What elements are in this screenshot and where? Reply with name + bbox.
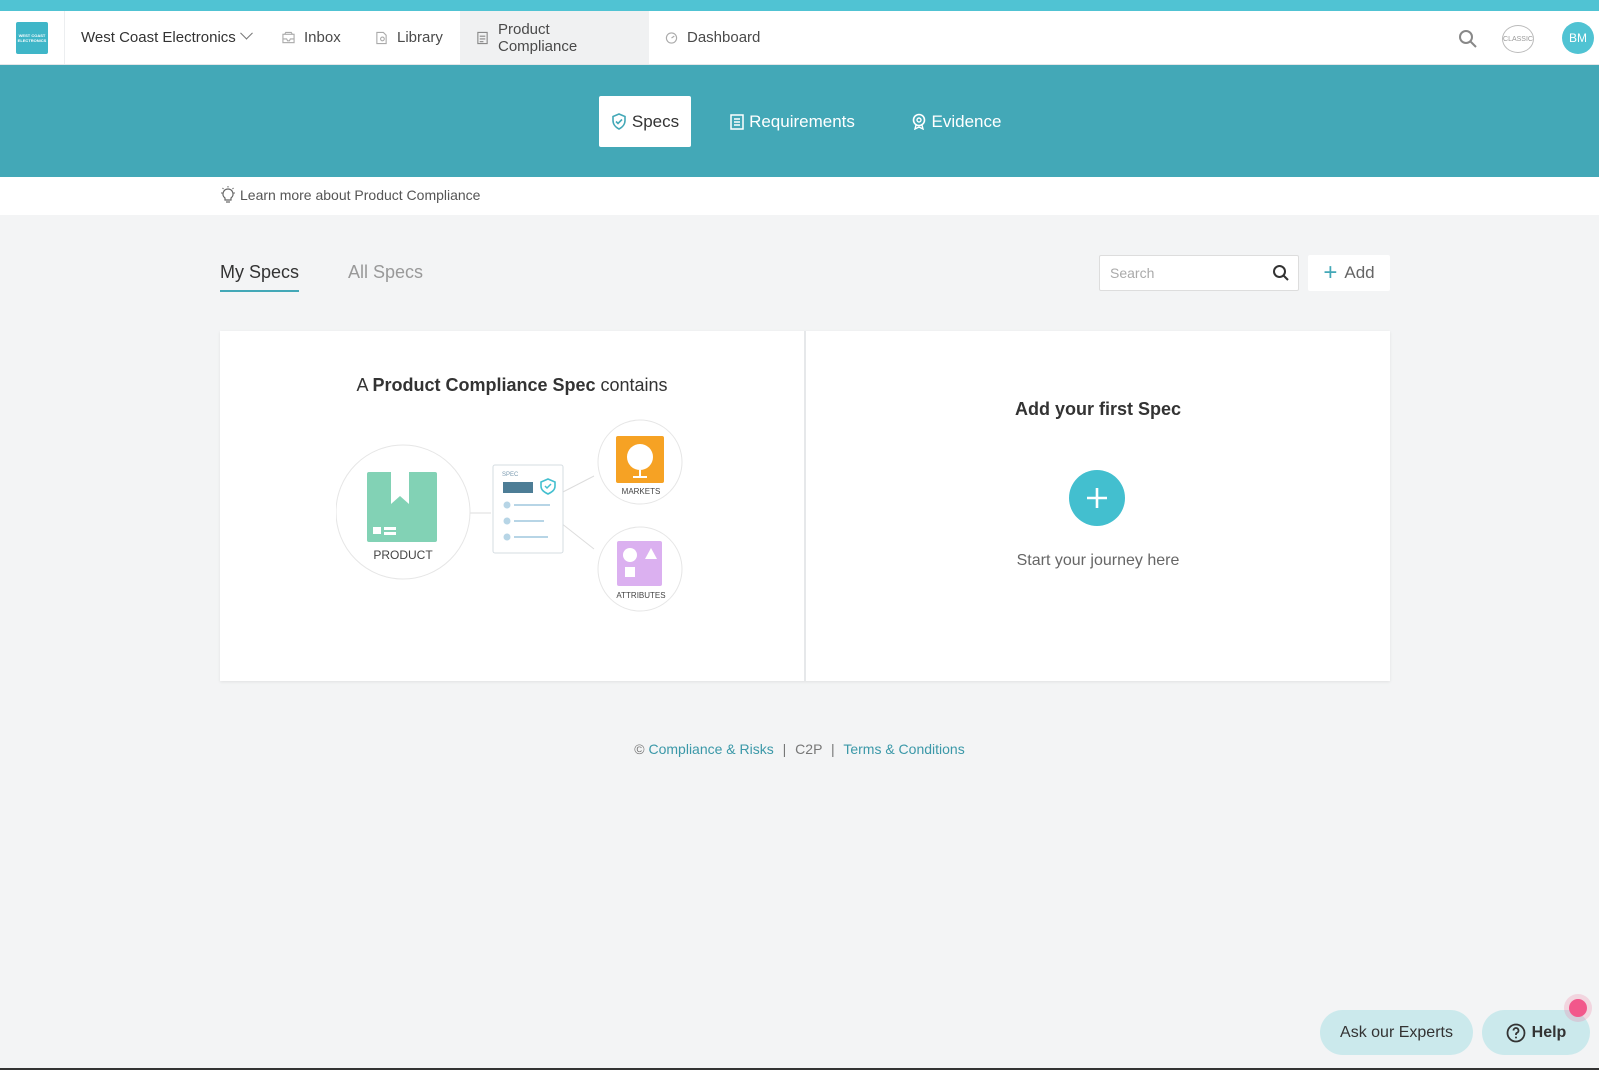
- company-name: West Coast Electronics: [81, 29, 236, 46]
- spec-doc-label: SPEC: [502, 472, 519, 478]
- specs-empty-state-card: A Product Compliance Spec contains PRODU…: [220, 331, 1390, 681]
- search-icon[interactable]: [1457, 28, 1479, 50]
- attributes-icon: [617, 541, 662, 586]
- learn-more-link[interactable]: Learn more about Product Compliance: [220, 186, 480, 204]
- copyright-symbol: ©: [634, 741, 645, 757]
- subtab-label: Specs: [631, 111, 680, 131]
- footer-separator: |: [831, 741, 835, 757]
- footer-separator: |: [782, 741, 787, 757]
- search-input[interactable]: [1100, 256, 1260, 290]
- intro-suffix: contains: [595, 375, 668, 395]
- dashboard-icon: [665, 31, 678, 44]
- notification-dot[interactable]: [1564, 994, 1592, 1022]
- intro-bold: Product Compliance Spec: [372, 375, 596, 395]
- subtab-specs[interactable]: Specs: [599, 96, 691, 147]
- intro-prefix: A: [356, 375, 373, 395]
- subtab-evidence[interactable]: Evidence: [906, 96, 1006, 147]
- tab-my-specs[interactable]: My Specs: [220, 262, 300, 292]
- sub-navigation: Specs Requirements Evidence: [0, 65, 1599, 177]
- classic-label: CLASSIC: [1503, 35, 1533, 43]
- top-navigation: WEST COAST ELECTRONICS West Coast Electro…: [0, 11, 1599, 65]
- footer: © Compliance & Risks | C2P | Terms & Con…: [0, 741, 1599, 757]
- nav-tab-inbox[interactable]: Inbox: [266, 11, 357, 64]
- start-journey-text: Start your journey here: [1016, 552, 1180, 569]
- company-logo[interactable]: WEST COAST ELECTRONICS: [16, 22, 48, 54]
- classic-view-toggle[interactable]: CLASSIC: [1502, 25, 1534, 53]
- list-icon: [730, 113, 744, 130]
- intro-title: A Product Compliance Spec contains: [220, 375, 804, 396]
- subtab-label: Evidence: [931, 111, 1002, 131]
- compliance-risks-link[interactable]: Compliance & Risks: [648, 741, 773, 757]
- ask-experts-button[interactable]: Ask our Experts: [1320, 1010, 1473, 1055]
- plus-icon: +: [1323, 259, 1338, 286]
- library-icon: [376, 31, 387, 44]
- add-label: Add: [1344, 263, 1375, 282]
- nav-tab-label: Dashboard: [687, 29, 761, 46]
- company-selector[interactable]: West Coast Electronics: [81, 11, 253, 64]
- learn-more-text: Learn more about Product Compliance: [240, 187, 481, 203]
- add-first-spec-button[interactable]: [1069, 470, 1125, 526]
- product-label: PRODUCT: [373, 548, 433, 562]
- avatar-initials: BM: [1569, 31, 1587, 45]
- help-label: Help: [1531, 1023, 1567, 1041]
- add-first-spec-title: Add your first Spec: [1014, 399, 1182, 419]
- spec-document: [492, 464, 564, 554]
- nav-tab-label: Inbox: [304, 29, 341, 46]
- plus-icon: [1087, 488, 1107, 508]
- add-button[interactable]: + Add: [1308, 255, 1390, 291]
- help-icon: [1506, 1023, 1526, 1042]
- nav-tab-product-compliance[interactable]: Product Compliance: [460, 11, 649, 64]
- c2p-text: C2P: [795, 741, 823, 757]
- chevron-down-icon: [239, 26, 253, 40]
- nav-tab-library[interactable]: Library: [359, 11, 459, 64]
- attributes-label: ATTRIBUTES: [616, 591, 665, 600]
- card-divider: [804, 331, 806, 681]
- badge-icon: [912, 113, 925, 130]
- top-accent-stripe: [0, 0, 1599, 11]
- tab-all-specs[interactable]: All Specs: [348, 262, 423, 290]
- avatar[interactable]: BM: [1562, 22, 1594, 54]
- subtab-label: Requirements: [749, 111, 855, 131]
- nav-tab-label: Library: [397, 29, 443, 46]
- subtab-requirements[interactable]: Requirements: [725, 96, 860, 147]
- logo-divider: [64, 11, 65, 64]
- search-box: [1099, 255, 1299, 291]
- nav-tab-label: Product Compliance: [498, 20, 578, 55]
- lightbulb-icon: [221, 186, 235, 203]
- shield-icon: [612, 113, 626, 130]
- nav-tab-dashboard[interactable]: Dashboard: [649, 11, 776, 64]
- ask-experts-label: Ask our Experts: [1340, 1023, 1453, 1041]
- document-icon: [477, 31, 488, 44]
- inbox-icon: [282, 31, 295, 43]
- learn-more-bar: Learn more about Product Compliance: [0, 177, 1599, 215]
- spec-illustration: PRODUCT SPEC MARKETS ATTRIBUTES: [336, 419, 683, 612]
- terms-link[interactable]: Terms & Conditions: [843, 741, 964, 757]
- search-icon[interactable]: [1272, 264, 1290, 282]
- markets-label: MARKETS: [622, 487, 661, 496]
